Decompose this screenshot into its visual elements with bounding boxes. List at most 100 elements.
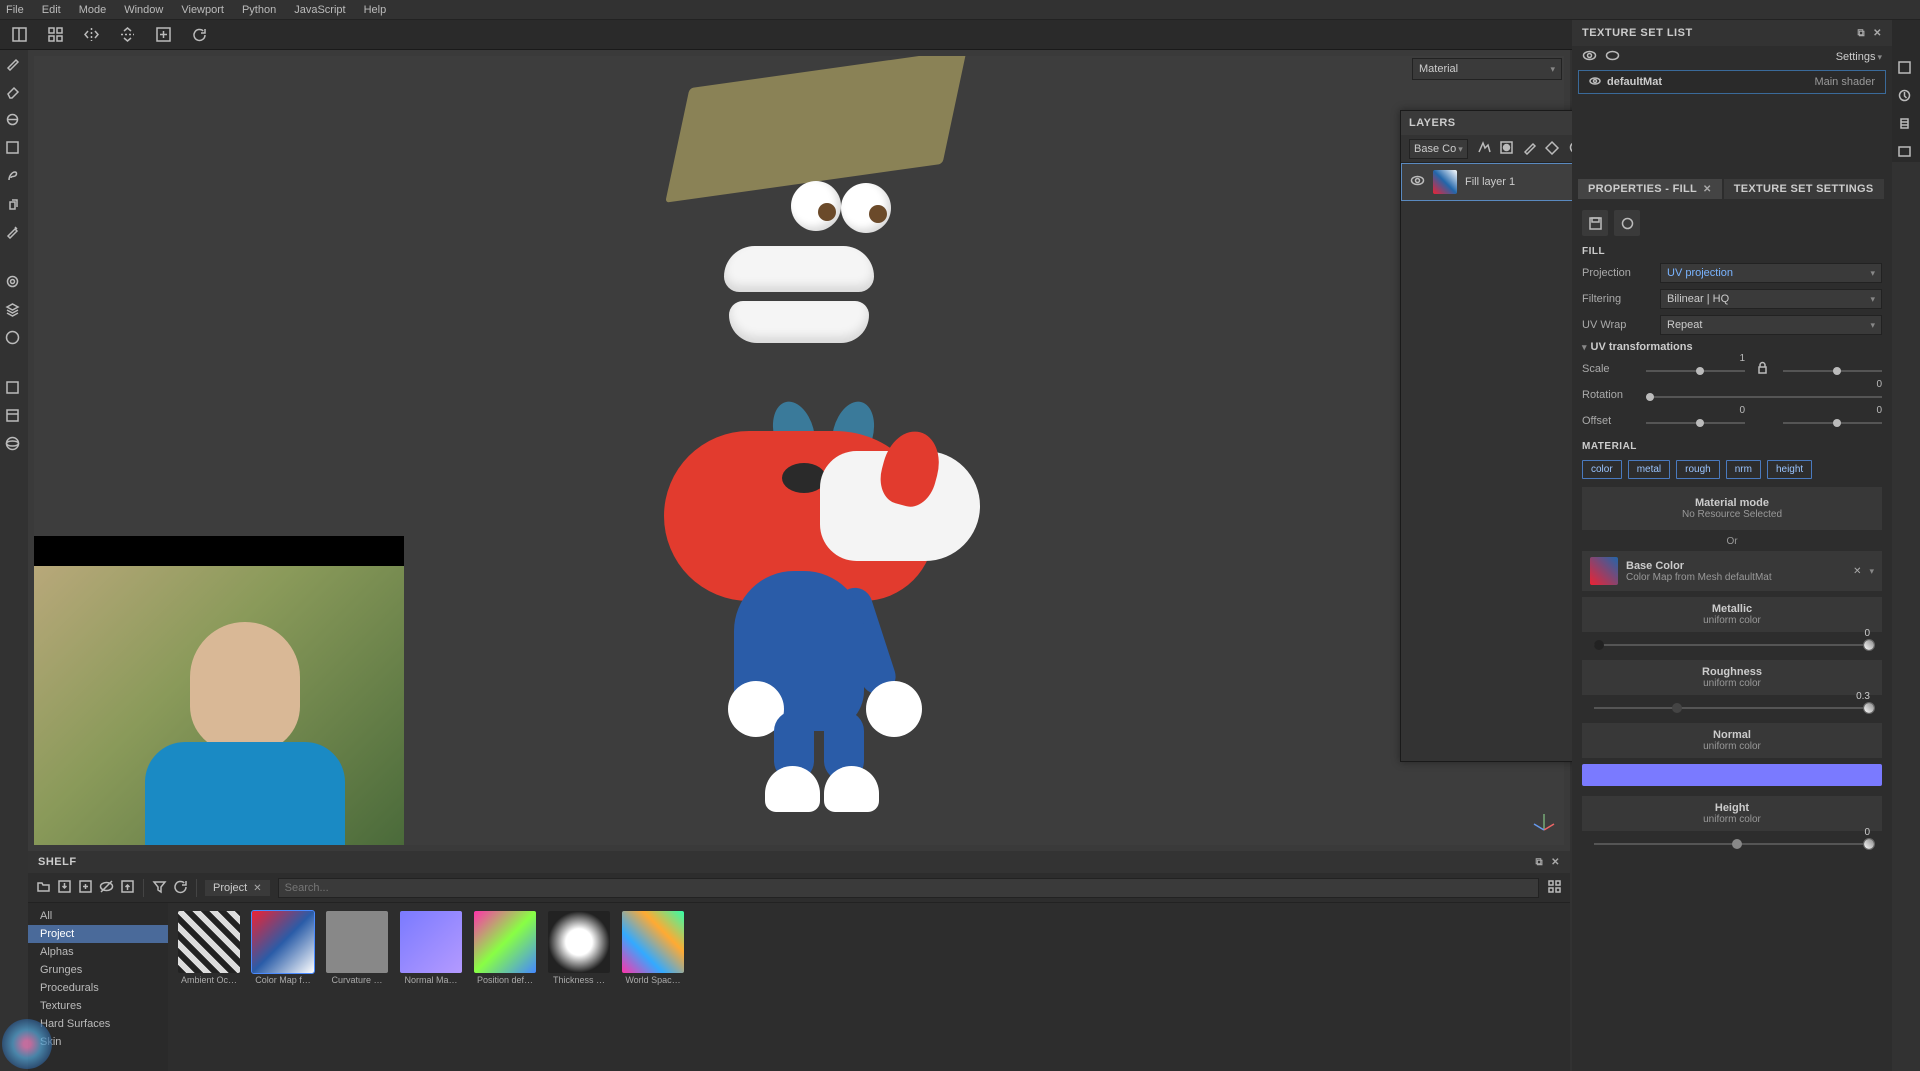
eye-solo-icon[interactable] (1605, 48, 1620, 66)
shelf-item[interactable]: Thickness … (546, 911, 612, 985)
close-icon[interactable] (253, 882, 261, 894)
height-block[interactable]: Height uniform color (1582, 796, 1882, 831)
clear-slot-icon[interactable] (1853, 565, 1861, 577)
rotation-slider[interactable]: 0 (1646, 385, 1882, 405)
chip-metal[interactable]: metal (1628, 460, 1670, 479)
effect-icon[interactable] (1476, 140, 1491, 158)
grid-view-icon[interactable] (1547, 879, 1562, 897)
symmetry-vertical-icon[interactable] (116, 24, 138, 46)
projection-tool-icon[interactable] (5, 112, 23, 130)
viewport-mode-select[interactable]: Material (1412, 58, 1562, 80)
material-mode-box[interactable]: Material mode No Resource Selected (1582, 487, 1882, 530)
normal-color-swatch[interactable] (1582, 764, 1882, 786)
texture-set-list-tab-icon[interactable] (1897, 60, 1915, 78)
base-color-slot[interactable]: Base Color Color Map from Mesh defaultMa… (1582, 551, 1882, 591)
menu-viewport[interactable]: Viewport (181, 4, 224, 16)
save-preset-icon[interactable] (1582, 210, 1608, 236)
scale-y-slider[interactable] (1783, 359, 1882, 379)
close-icon[interactable] (1551, 856, 1560, 868)
layout-2d3d-toggle-icon[interactable] (8, 24, 30, 46)
menu-python[interactable]: Python (242, 4, 276, 16)
polygon-fill-tool-icon[interactable] (5, 140, 23, 158)
history-tab-icon[interactable] (1897, 88, 1915, 106)
uv-transformations-toggle[interactable]: UV transformations (1582, 341, 1882, 353)
close-icon[interactable] (1873, 27, 1882, 39)
shader-link[interactable]: Main shader (1814, 76, 1875, 88)
log-tab-icon[interactable] (1897, 116, 1915, 134)
folder-tree-icon[interactable] (36, 879, 51, 897)
shelf-item[interactable]: World Spac… (620, 911, 686, 985)
roughness-block[interactable]: Roughness uniform color (1582, 660, 1882, 695)
clone-tool-icon[interactable] (5, 196, 23, 214)
shelf-item[interactable]: Curvature … (324, 911, 390, 985)
texture-set-entry[interactable]: defaultMat Main shader (1578, 70, 1886, 94)
chevron-down-icon[interactable] (1869, 565, 1874, 577)
menu-edit[interactable]: Edit (42, 4, 61, 16)
chip-nrm[interactable]: nrm (1726, 460, 1761, 479)
globe-icon[interactable] (5, 436, 23, 454)
menu-javascript[interactable]: JavaScript (294, 4, 345, 16)
shelf-item[interactable]: Position def… (472, 911, 538, 985)
cat-textures[interactable]: Textures (28, 997, 168, 1015)
add-mask-icon[interactable] (1499, 140, 1514, 158)
cat-hard-surfaces[interactable]: Hard Surfaces (28, 1015, 168, 1033)
projection-select[interactable]: UV projection (1660, 263, 1882, 283)
pop-out-icon[interactable] (1857, 27, 1865, 39)
viewport-3d[interactable]: Material (28, 50, 1570, 851)
import-icon[interactable] (57, 879, 72, 897)
library-icon[interactable] (5, 408, 23, 426)
lock-icon[interactable] (1755, 360, 1773, 378)
menu-help[interactable]: Help (364, 4, 387, 16)
filtering-select[interactable]: Bilinear | HQ (1660, 289, 1882, 309)
channel-select[interactable]: Base Co (1409, 139, 1468, 159)
material-ball-icon[interactable] (5, 330, 23, 348)
tsl-settings[interactable]: Settings (1836, 51, 1882, 63)
smudge-tool-icon[interactable] (5, 168, 23, 186)
layers-stack-icon[interactable] (5, 302, 23, 320)
material-preview-icon[interactable] (1614, 210, 1640, 236)
cat-alphas[interactable]: Alphas (28, 943, 168, 961)
uvwrap-select[interactable]: Repeat (1660, 315, 1882, 335)
roughness-slider[interactable]: 0.3 (1582, 701, 1882, 715)
shelf-search-input[interactable] (278, 878, 1539, 898)
cat-grunges[interactable]: Grunges (28, 961, 168, 979)
picker-tool-icon[interactable] (5, 224, 23, 242)
export-icon[interactable] (120, 879, 135, 897)
refresh-icon[interactable] (188, 24, 210, 46)
cat-project[interactable]: Project (28, 925, 168, 943)
add-paint-layer-icon[interactable] (1522, 140, 1537, 158)
normal-block[interactable]: Normal uniform color (1582, 723, 1882, 758)
photoshop-icon[interactable] (5, 380, 23, 398)
shelf-item[interactable]: Normal Ma… (398, 911, 464, 985)
shelf-breadcrumb[interactable]: Project (205, 880, 270, 896)
close-icon[interactable] (1703, 183, 1712, 195)
menu-mode[interactable]: Mode (79, 4, 107, 16)
axis-gizmo-icon[interactable] (1532, 810, 1556, 837)
new-resource-icon[interactable] (78, 879, 93, 897)
offset-y-slider[interactable]: 0 (1783, 411, 1882, 431)
cat-procedurals[interactable]: Procedurals (28, 979, 168, 997)
metallic-block[interactable]: Metallic uniform color (1582, 597, 1882, 632)
eraser-tool-icon[interactable] (5, 84, 23, 102)
refresh-shelf-icon[interactable] (173, 879, 188, 897)
scale-x-slider[interactable]: 1 (1646, 359, 1745, 379)
layout-grid-icon[interactable] (44, 24, 66, 46)
filter-icon[interactable] (152, 879, 167, 897)
settings-gear-icon[interactable] (5, 274, 23, 292)
hide-icon[interactable] (99, 879, 114, 897)
height-slider[interactable]: 0 (1582, 837, 1882, 851)
shelf-item[interactable]: Color Map f… (250, 911, 316, 985)
metallic-slider[interactable]: 0 (1582, 638, 1882, 652)
eye-all-icon[interactable] (1582, 48, 1597, 66)
chip-color[interactable]: color (1582, 460, 1622, 479)
add-fill-layer-icon[interactable] (1545, 140, 1560, 158)
cat-all[interactable]: All (28, 907, 168, 925)
new-layer-icon[interactable] (152, 24, 174, 46)
visibility-eye-icon[interactable] (1410, 173, 1425, 191)
eye-icon[interactable] (1589, 75, 1601, 90)
chip-height[interactable]: height (1767, 460, 1812, 479)
pop-out-icon[interactable] (1535, 856, 1543, 868)
tab-texture-set-settings[interactable]: TEXTURE SET SETTINGS (1724, 179, 1884, 199)
menu-window[interactable]: Window (124, 4, 163, 16)
tab-properties-fill[interactable]: PROPERTIES - FILL (1578, 179, 1722, 199)
